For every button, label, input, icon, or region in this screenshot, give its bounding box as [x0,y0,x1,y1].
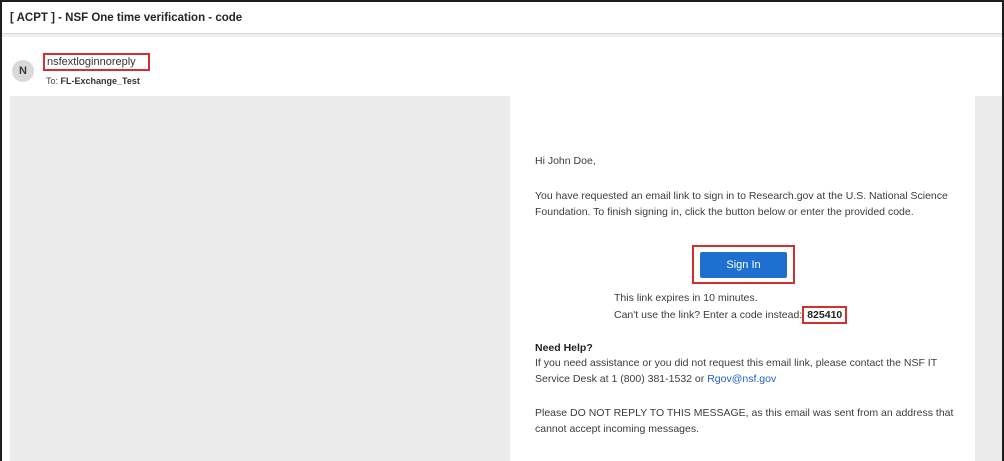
greeting-text: Hi John Doe, [535,155,596,167]
code-line: Can't use the link? Enter a code instead… [614,306,954,324]
help-title: Need Help? [535,342,593,354]
message-header: N nsfextloginnoreply To: FL-Exchange_Tes… [2,38,1002,94]
help-email-link[interactable]: Rgov@nsf.gov [707,373,776,385]
expiry-text: This link expires in 10 minutes. [614,292,758,304]
recipient-line: To: FL-Exchange_Test [46,76,140,86]
divider [2,34,1002,37]
email-body: Hi John Doe, You have requested an email… [510,96,975,461]
sign-in-highlight: Sign In [692,245,795,284]
do-not-reply-text: Please DO NOT REPLY TO THIS MESSAGE, as … [535,407,954,435]
help-text: If you need assistance or you did not re… [535,355,960,387]
sender-name[interactable]: nsfextloginnoreply [43,53,150,71]
to-label: To: [46,76,59,86]
email-subject: [ ACPT ] - NSF One time verification - c… [10,12,243,24]
code-prefix: Can't use the link? Enter a code instead… [614,309,803,321]
intro-text: You have requested an email link to sign… [535,190,948,218]
email-subject-bar: [ ACPT ] - NSF One time verification - c… [2,2,1002,37]
email-window: [ ACPT ] - NSF One time verification - c… [0,0,1004,461]
verification-code[interactable]: 825410 [802,306,848,324]
recipient-name[interactable]: FL-Exchange_Test [61,76,140,86]
sign-in-button[interactable]: Sign In [700,252,787,278]
right-gutter [975,96,1002,461]
sender-avatar[interactable]: N [12,60,34,82]
